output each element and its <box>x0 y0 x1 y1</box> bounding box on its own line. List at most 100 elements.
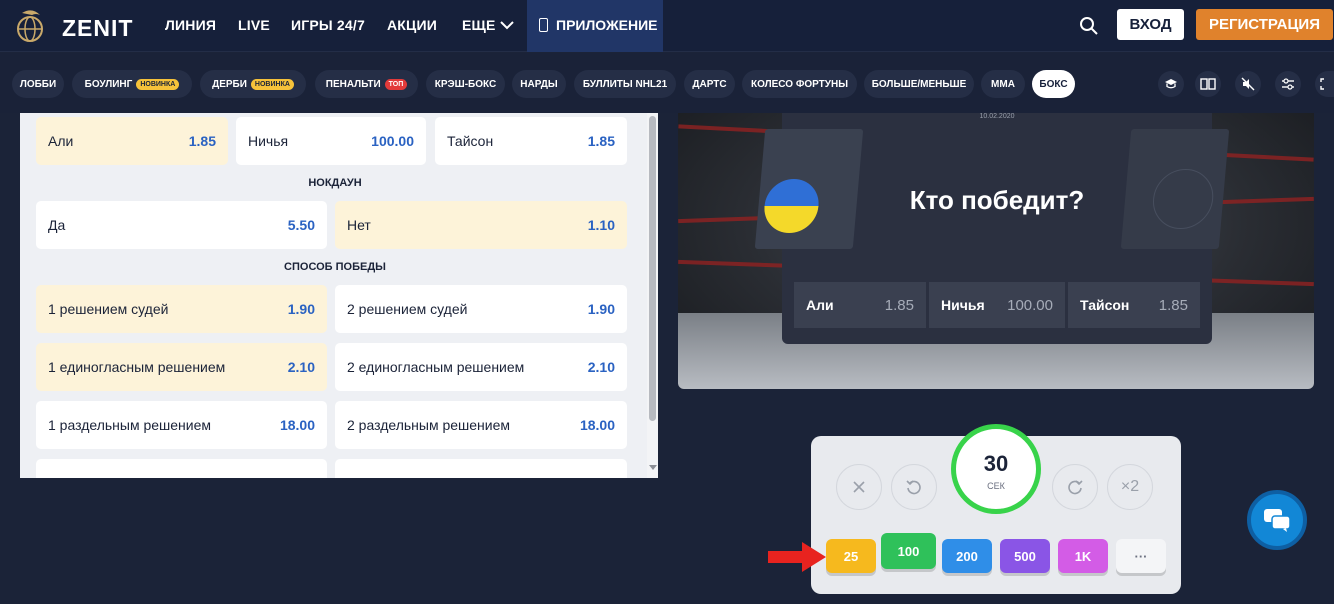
odd-label: 2 решением судей <box>347 301 468 317</box>
expand-icon[interactable] <box>1315 71 1334 97</box>
odd-label: 1 раздельным решением <box>48 417 212 433</box>
chat-button[interactable] <box>1247 490 1307 550</box>
nav-live[interactable]: LIVE <box>238 17 270 33</box>
game-tab-nardy[interactable]: НАРДЫ <box>512 70 566 98</box>
nav-app[interactable]: ПРИЛОЖЕНИЕ <box>527 0 663 52</box>
zenit-logo[interactable]: ZENIT <box>14 5 144 47</box>
odd-value: 1.85 <box>587 133 615 149</box>
fighter-2-card <box>1120 129 1230 249</box>
odd-ali[interactable]: Али 1.85 <box>36 117 228 165</box>
game-tab-label: ДАРТС <box>692 78 727 90</box>
scroll-down-arrow-icon[interactable] <box>649 465 657 470</box>
undo-button[interactable] <box>891 464 937 510</box>
games-strip: ЛОББИ БОУЛИНГ НОВИНКА ДЕРБИ НОВИНКА ПЕНАЛЬ… <box>0 53 1334 113</box>
odd-partial[interactable] <box>36 459 327 478</box>
game-tab-lobby[interactable]: ЛОББИ <box>12 70 64 98</box>
odd-value: 5.50 <box>287 217 315 233</box>
odd-draw[interactable]: Ничья 100.00 <box>236 117 426 165</box>
chat-icon <box>1264 509 1291 532</box>
ukraine-flag-icon <box>762 179 821 233</box>
odd-knockdown-no[interactable]: Нет 1.10 <box>335 201 627 249</box>
odd-label: Тайсон <box>447 133 494 149</box>
undo-icon <box>906 480 921 495</box>
odd-value: 18.00 <box>579 417 615 433</box>
login-button[interactable]: ВХОД <box>1117 9 1184 40</box>
chip-1k[interactable]: 1K <box>1058 539 1108 573</box>
odd-label: Али <box>48 133 74 149</box>
odd-method[interactable]: 2 решением судей 1.90 <box>335 285 627 333</box>
odd-value: 2.10 <box>287 359 315 375</box>
game-tab-label: КОЛЕСО ФОРТУНЫ <box>750 78 849 90</box>
game-tab-crash-box[interactable]: КРЭШ-БОКС <box>426 70 505 98</box>
odd-value: 1.85 <box>188 133 216 149</box>
game-tab-penalty[interactable]: ПЕНАЛЬТИ ТОП <box>315 70 418 98</box>
new-badge: НОВИНКА <box>250 78 294 90</box>
markets-scrollbar[interactable] <box>647 113 658 478</box>
sound-off-icon[interactable] <box>1235 71 1261 97</box>
odd-method[interactable]: 1 решением судей 1.90 <box>36 285 327 333</box>
redo-button[interactable] <box>1052 464 1098 510</box>
double-label: ×2 <box>1120 478 1140 495</box>
clear-button[interactable] <box>836 464 882 510</box>
odd-method[interactable]: 1 единогласным решением 2.10 <box>36 343 327 391</box>
game-odd-label: Али <box>806 297 834 313</box>
game-odd-value: 1.85 <box>884 296 914 314</box>
nav-promotions[interactable]: АКЦИИ <box>387 17 437 33</box>
timer-unit: СЕК <box>987 481 1005 491</box>
book-icon[interactable] <box>1195 71 1221 97</box>
odd-value: 1.90 <box>287 301 315 317</box>
game-odd-draw[interactable]: Ничья 100.00 <box>929 282 1065 328</box>
game-odd-label: Тайсон <box>1080 297 1130 313</box>
scrollbar-thumb[interactable] <box>649 116 656 421</box>
search-icon[interactable] <box>1079 16 1099 36</box>
odd-method[interactable]: 2 раздельным решением 18.00 <box>335 401 627 449</box>
timer-value: 30 <box>983 451 1009 476</box>
chip-25[interactable]: 25 <box>826 539 876 573</box>
game-tab-label: ПЕНАЛЬТИ <box>325 78 381 90</box>
redo-icon <box>1068 480 1083 495</box>
chip-100[interactable]: 100 <box>881 533 936 569</box>
chip-500[interactable]: 500 <box>1000 539 1050 573</box>
game-tab-darts[interactable]: ДАРТС <box>684 70 735 98</box>
more-chips-button[interactable]: ··· <box>1116 539 1166 573</box>
odd-label: 1 решением судей <box>48 301 169 317</box>
odd-method[interactable]: 2 единогласным решением 2.10 <box>335 343 627 391</box>
chevron-down-icon[interactable] <box>500 20 514 30</box>
odd-method[interactable]: 1 раздельным решением 18.00 <box>36 401 327 449</box>
game-odd-ali[interactable]: Али 1.85 <box>794 282 926 328</box>
game-odd-label: Ничья <box>941 297 985 313</box>
odd-knockdown-yes[interactable]: Да 5.50 <box>36 201 327 249</box>
nav-liniya[interactable]: ЛИНИЯ <box>165 17 216 33</box>
game-screen: 10.02.2020 Кто победит? Али 1.85 Ничья 100… <box>678 113 1314 389</box>
register-button[interactable]: РЕГИСТРАЦИЯ <box>1196 9 1333 40</box>
empty-flag-icon <box>1150 169 1216 229</box>
odd-label: 2 раздельным решением <box>347 417 511 433</box>
game-tab-mma[interactable]: ММА <box>981 70 1025 98</box>
nav-more[interactable]: ЕЩЕ <box>462 17 496 33</box>
odd-label: Нет <box>347 217 371 233</box>
game-odd-tyson[interactable]: Тайсон 1.85 <box>1068 282 1200 328</box>
chip-200[interactable]: 200 <box>942 539 992 573</box>
game-tab-bullets-nhl21[interactable]: БУЛЛИТЫ NHL21 <box>574 70 676 98</box>
top-navigation: ZENIT ЛИНИЯ LIVE ИГРЫ 24/7 АКЦИИ ЕЩЕ ПРИ… <box>0 0 1334 52</box>
game-tab-bowling[interactable]: БОУЛИНГ НОВИНКА <box>72 70 192 98</box>
game-tab-wheel-of-fortune[interactable]: КОЛЕСО ФОРТУНЫ <box>742 70 857 98</box>
game-tab-more-less[interactable]: БОЛЬШЕ/МЕНЬШЕ <box>864 70 974 98</box>
odd-tyson[interactable]: Тайсон 1.85 <box>435 117 627 165</box>
game-tab-label: БОКС <box>1039 78 1068 90</box>
markets-panel: Али 1.85 Ничья 100.00 Тайсон 1.85 НОКДАУН Д… <box>20 113 658 478</box>
game-tab-derby[interactable]: ДЕРБИ НОВИНКА <box>200 70 306 98</box>
question-text: Кто победит? <box>909 185 1085 215</box>
settings-icon[interactable] <box>1275 71 1301 97</box>
new-badge: НОВИНКА <box>136 78 180 90</box>
double-button[interactable]: ×2 <box>1107 464 1153 510</box>
odd-partial[interactable] <box>335 459 627 478</box>
graduation-cap-icon[interactable] <box>1158 71 1184 97</box>
odd-label: 2 единогласным решением <box>347 359 525 375</box>
game-odd-value: 100.00 <box>1007 296 1053 314</box>
odd-value: 2.10 <box>587 359 615 375</box>
game-tab-label: ДЕРБИ <box>212 78 247 90</box>
section-title-knockdown: НОКДАУН <box>308 177 362 189</box>
nav-games-247[interactable]: ИГРЫ 24/7 <box>291 17 365 33</box>
game-tab-box[interactable]: БОКС <box>1032 70 1075 98</box>
